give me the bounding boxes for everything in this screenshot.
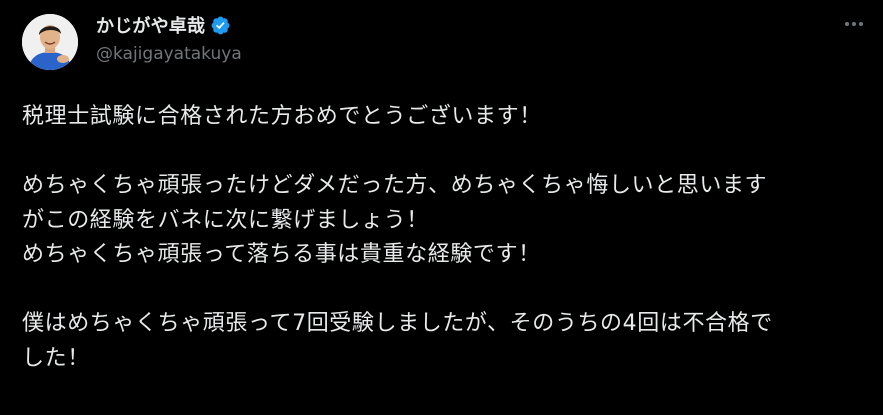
tweet-line: 税理士試験に合格された方おめでとうございます！	[22, 104, 542, 129]
more-dot	[859, 22, 863, 26]
tweet-line: がこの経験をバネに次に繋げましょう！	[22, 207, 429, 233]
author-handle[interactable]: @kajigayatakuya	[96, 44, 242, 64]
verified-badge-icon	[210, 15, 231, 36]
name-row: かじがや卓哉	[96, 12, 242, 38]
tweet-card: かじがや卓哉 @kajigayatakuya 税理士試験に合格された方おめでとう…	[0, 0, 883, 415]
tweet-blank-line	[22, 135, 867, 170]
more-dot	[852, 22, 856, 26]
tweet-line: めちゃくちゃ頑張ったけどダメだった方、めちゃくちゃ悔しいと思います	[22, 173, 768, 198]
author-info: かじがや卓哉 @kajigayatakuya	[96, 14, 242, 64]
tweet-line: めちゃくちゃ頑張って落ちる事は貴重な経験です！	[22, 242, 541, 267]
tweet-line: した！	[22, 345, 90, 371]
tweet-blank-line	[22, 273, 867, 308]
more-dot	[845, 22, 849, 26]
tweet-line: 僕はめちゃくちゃ頑張って7回受験しましたが、そのうちの4回は不合格で	[22, 311, 773, 336]
tweet-text: 税理士試験に合格された方おめでとうございます！ めちゃくちゃ頑張ったけどダメだっ…	[22, 100, 867, 376]
avatar-image	[22, 14, 78, 70]
avatar[interactable]	[22, 14, 78, 70]
more-options-icon[interactable]	[845, 22, 863, 26]
author-display-name[interactable]: かじがや卓哉	[96, 12, 205, 38]
